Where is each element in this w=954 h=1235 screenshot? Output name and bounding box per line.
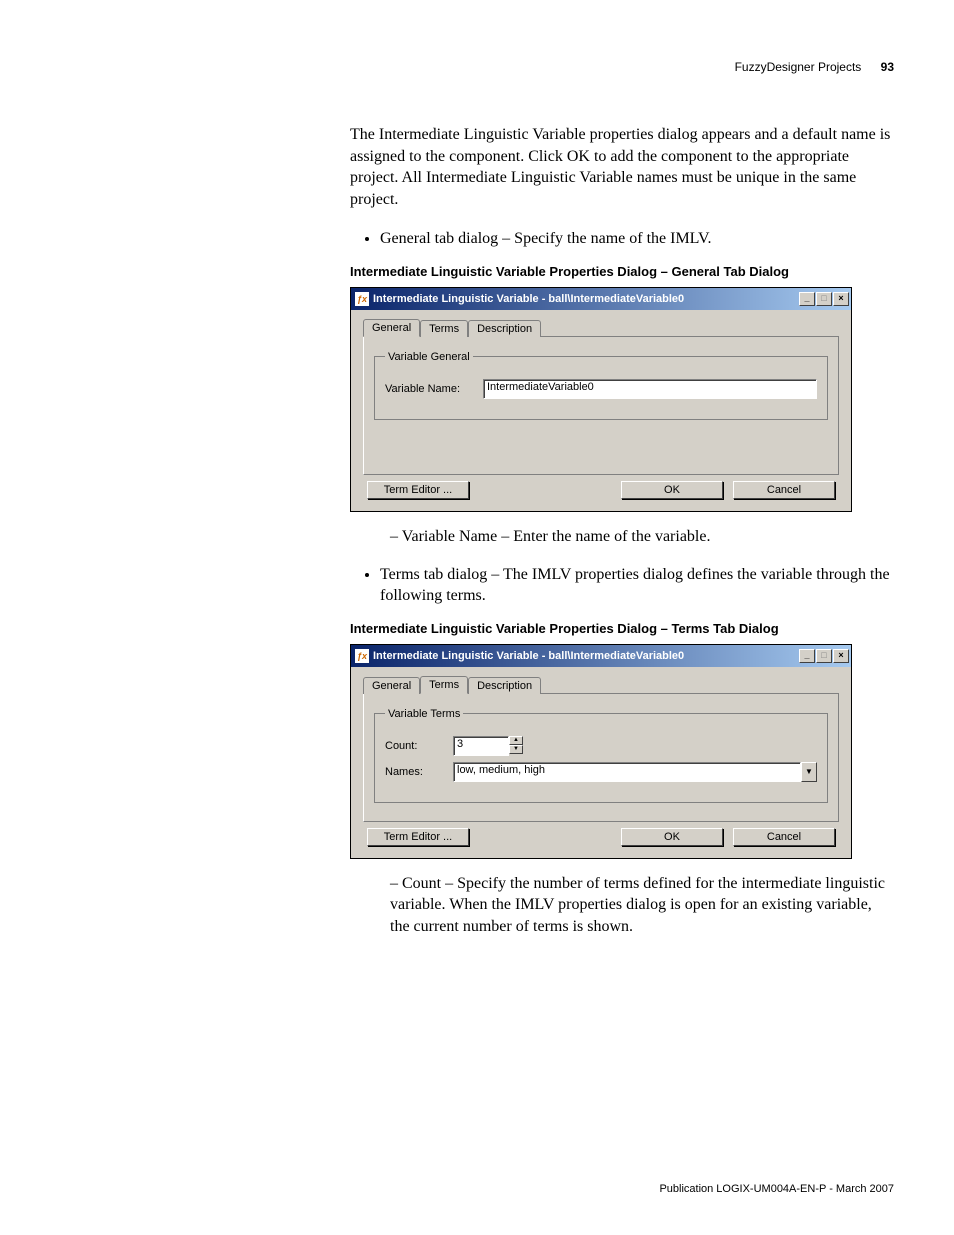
names-label: Names: <box>385 766 445 778</box>
intro-paragraph: The Intermediate Linguistic Variable pro… <box>350 124 894 210</box>
section-name: FuzzyDesigner Projects <box>735 60 862 74</box>
group-legend: Variable General <box>385 351 473 363</box>
term-editor-button[interactable]: Term Editor ... <box>367 481 469 499</box>
window-title: Intermediate Linguistic Variable - ball\… <box>373 650 799 662</box>
maximize-button: □ <box>816 649 832 663</box>
group-variable-general: Variable General Variable Name: Intermed… <box>374 351 828 420</box>
tab-description[interactable]: Description <box>468 320 541 337</box>
page-number: 93 <box>881 60 894 74</box>
app-icon: ƒx <box>355 649 369 663</box>
publication-footer: Publication LOGIX-UM004A-EN-P - March 20… <box>659 1183 894 1195</box>
variable-name-input[interactable]: IntermediateVariable0 <box>483 379 817 399</box>
tab-description[interactable]: Description <box>468 677 541 694</box>
ok-button[interactable]: OK <box>621 828 723 846</box>
dash-variable-name: Variable Name – Enter the name of the va… <box>390 526 894 548</box>
tab-general[interactable]: General <box>363 677 420 694</box>
tab-general[interactable]: General <box>363 319 420 337</box>
spin-down-icon[interactable]: ▼ <box>509 745 523 754</box>
page-header: FuzzyDesigner Projects 93 <box>60 60 894 74</box>
minimize-button[interactable]: _ <box>799 292 815 306</box>
window-title: Intermediate Linguistic Variable - ball\… <box>373 293 799 305</box>
tab-strip: General Terms Description <box>363 318 839 337</box>
tab-strip: General Terms Description <box>363 675 839 694</box>
count-label: Count: <box>385 740 445 752</box>
variable-name-label: Variable Name: <box>385 383 475 395</box>
caption-terms-dialog: Intermediate Linguistic Variable Propert… <box>350 621 894 636</box>
titlebar[interactable]: ƒx Intermediate Linguistic Variable - ba… <box>351 288 851 310</box>
cancel-button[interactable]: Cancel <box>733 828 835 846</box>
dash-count: Count – Specify the number of terms defi… <box>390 873 894 938</box>
chevron-down-icon[interactable]: ▼ <box>801 762 817 782</box>
tab-terms[interactable]: Terms <box>420 676 468 694</box>
count-input[interactable]: 3 <box>453 736 509 756</box>
caption-general-dialog: Intermediate Linguistic Variable Propert… <box>350 264 894 279</box>
close-button[interactable]: × <box>833 292 849 306</box>
ok-button[interactable]: OK <box>621 481 723 499</box>
group-variable-terms: Variable Terms Count: 3 ▲ ▼ Names: <box>374 708 828 803</box>
dialog-terms: ƒx Intermediate Linguistic Variable - ba… <box>350 644 852 859</box>
minimize-button[interactable]: _ <box>799 649 815 663</box>
tab-terms[interactable]: Terms <box>420 320 468 337</box>
names-combo[interactable]: low, medium, high <box>453 762 801 782</box>
term-editor-button[interactable]: Term Editor ... <box>367 828 469 846</box>
app-icon: ƒx <box>355 292 369 306</box>
bullet-terms-tab: Terms tab dialog – The IMLV properties d… <box>380 564 894 607</box>
group-legend: Variable Terms <box>385 708 463 720</box>
bullet-general-tab: General tab dialog – Specify the name of… <box>380 228 894 250</box>
close-button[interactable]: × <box>833 649 849 663</box>
cancel-button[interactable]: Cancel <box>733 481 835 499</box>
maximize-button: □ <box>816 292 832 306</box>
spin-up-icon[interactable]: ▲ <box>509 736 523 745</box>
dialog-general: ƒx Intermediate Linguistic Variable - ba… <box>350 287 852 512</box>
titlebar[interactable]: ƒx Intermediate Linguistic Variable - ba… <box>351 645 851 667</box>
